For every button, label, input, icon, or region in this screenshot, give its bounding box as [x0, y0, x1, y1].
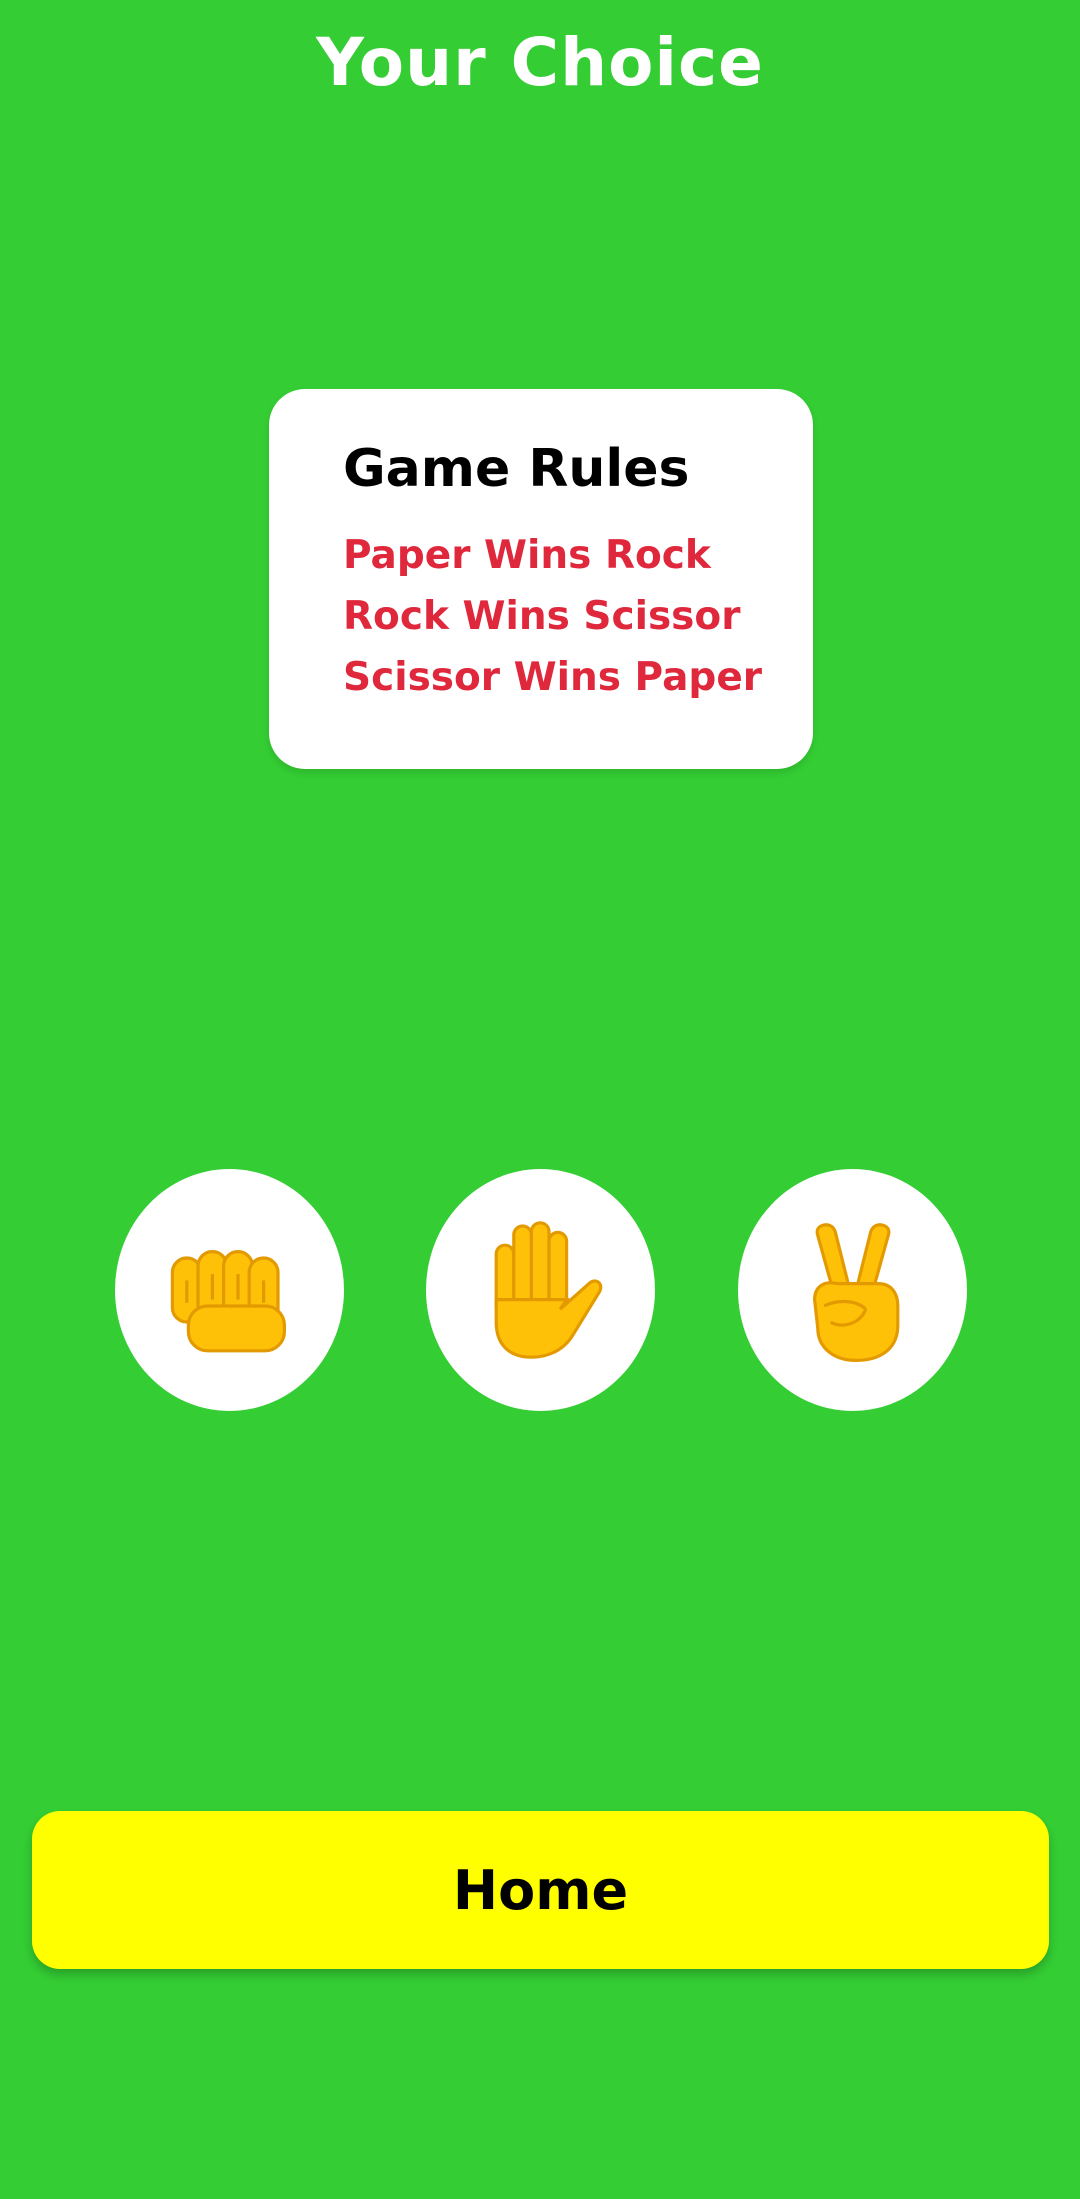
page-title: Your Choice [316, 24, 764, 101]
game-rules-card: Game Rules Paper Wins Rock Rock Wins Sci… [269, 389, 813, 769]
raised-hand-icon [494, 1221, 602, 1359]
rule-line: Rock Wins Scissor [343, 594, 741, 639]
rock-choice-button[interactable] [115, 1169, 344, 1411]
scissors-choice-button[interactable] [738, 1169, 967, 1411]
home-button[interactable]: Home [32, 1811, 1049, 1969]
rule-line: Scissor Wins Paper [343, 655, 763, 700]
fist-icon [170, 1250, 286, 1353]
game-screen: Your Choice Game Rules Paper Wins Rock R… [0, 0, 1080, 2199]
rule-line: Paper Wins Rock [343, 533, 711, 578]
paper-choice-button[interactable] [426, 1169, 655, 1411]
victory-hand-icon [812, 1223, 899, 1363]
rules-title: Game Rules [343, 439, 690, 499]
